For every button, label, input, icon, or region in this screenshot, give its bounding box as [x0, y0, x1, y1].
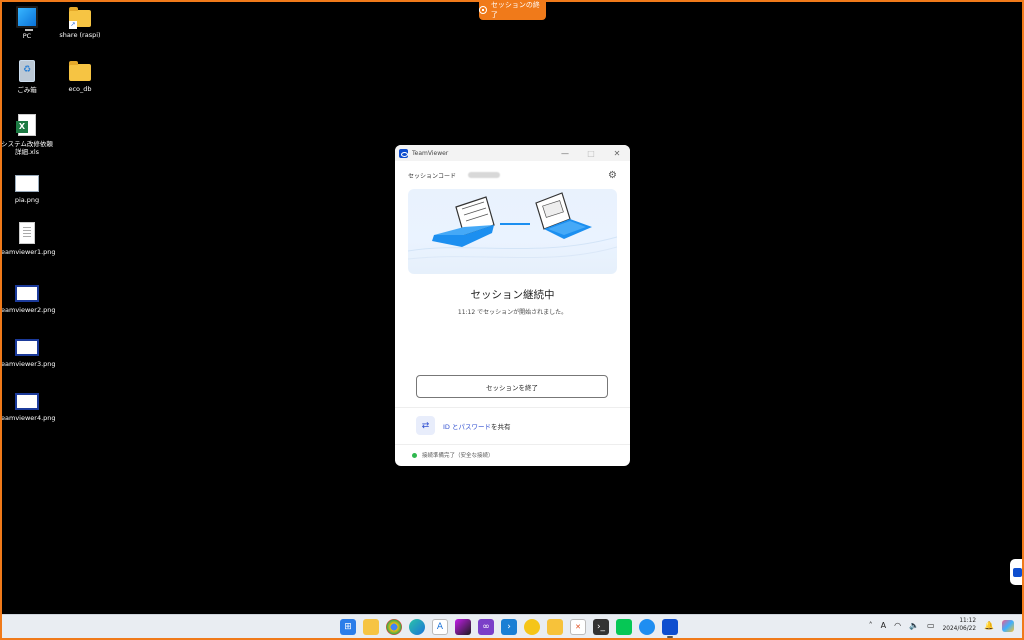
desktop-icon-xls[interactable]: システム改修依頼詳細.xls — [0, 114, 56, 156]
teamviewer-logo-icon — [1012, 567, 1022, 577]
desktop-icon-teamviewer4[interactable]: teamviewer4.png — [0, 390, 56, 422]
vscode-icon[interactable]: › — [501, 619, 517, 635]
rider-icon[interactable] — [455, 619, 471, 635]
end-session-label: セッションの終了 — [490, 1, 540, 19]
window-title: TeamViewer — [412, 149, 449, 157]
stop-icon — [479, 6, 487, 14]
battery-icon[interactable]: ▭ — [927, 621, 935, 630]
system-tray: ˄ A ◠ 🔈 ▭ 11:12 2024/06/22 🔔 — [869, 618, 1014, 634]
maximize-button[interactable]: □ — [578, 145, 604, 161]
ime-indicator[interactable]: A — [881, 621, 886, 630]
wifi-icon[interactable]: ◠ — [894, 621, 901, 630]
title-bar: TeamViewer — □ ✕ — [395, 145, 630, 161]
image-file-icon — [19, 222, 35, 244]
desktop-icon-recycle-bin[interactable]: ごみ箱 — [0, 60, 56, 94]
desktop-icon-label: システム改修依頼詳細.xls — [1, 140, 53, 157]
session-status-title: セッション継続中 — [470, 289, 555, 301]
taskbar-apps: ⊞ A ∞ › ✕ ›_ — [340, 619, 678, 638]
desktop-icon-label: teamviewer2.png — [0, 306, 56, 314]
desktop-icon-label: ごみ箱 — [17, 86, 37, 94]
folder-icon — [69, 61, 91, 81]
teamviewer-logo-icon — [399, 148, 408, 158]
status-dot-icon — [412, 452, 417, 458]
desktop-icon-share[interactable]: share (raspi) — [51, 6, 109, 39]
desktop-icon-label: PC — [22, 32, 32, 40]
minimize-button[interactable]: — — [552, 145, 578, 161]
share-label: ID とパスワードを共有 — [443, 422, 511, 431]
desktop-icon-eco-db[interactable]: eco_db — [51, 60, 109, 93]
edge-icon[interactable] — [409, 619, 425, 635]
laptop-left-icon — [432, 196, 495, 247]
connection-illustration — [408, 189, 617, 274]
gear-icon[interactable]: ⚙ — [608, 170, 617, 181]
recycle-bin-icon — [19, 60, 35, 82]
excel-file-icon — [16, 114, 36, 136]
desktop-icon-pia[interactable]: pia.png — [0, 172, 56, 204]
session-code-row: セッションコード ⚙ — [395, 161, 630, 189]
divider — [395, 407, 630, 408]
line-icon[interactable] — [616, 619, 632, 635]
desktop-icon-label: teamviewer1.png — [0, 248, 56, 256]
desktop-icon-teamviewer2[interactable]: teamviewer2.png — [0, 282, 56, 314]
end-session-button[interactable]: セッションを終了 — [416, 375, 608, 398]
taskbar: ⊞ A ∞ › ✕ ›_ ˄ A ◠ 🔈 ▭ 11:12 2024/06/22 … — [2, 614, 1022, 638]
start-icon[interactable]: ⊞ — [340, 619, 356, 635]
clock[interactable]: 11:12 2024/06/22 — [943, 618, 976, 634]
session-code-label: セッションコード — [408, 172, 457, 180]
clock-time: 11:12 — [959, 618, 977, 624]
share-id-password-button[interactable]: ⇄ ID とパスワードを共有 — [416, 416, 511, 435]
desktop-icon-teamviewer3[interactable]: teamviewer3.png — [0, 336, 56, 368]
volume-icon[interactable]: 🔈 — [909, 621, 919, 630]
end-session-tab[interactable]: セッションの終了 — [479, 0, 546, 20]
app-icon[interactable]: A — [432, 619, 448, 635]
terminal-icon[interactable]: ›_ — [593, 619, 609, 635]
clock-date: 2024/06/22 — [942, 625, 977, 632]
teamviewer-icon[interactable] — [662, 619, 678, 638]
image-file-icon — [15, 339, 39, 356]
desktop-icon-teamviewer1[interactable]: teamviewer1.png — [0, 222, 56, 256]
chrome-icon[interactable] — [386, 619, 402, 635]
laptop-right-icon — [535, 192, 592, 239]
copilot-icon[interactable] — [1002, 619, 1014, 632]
desktop-icon-label: eco_db — [68, 85, 92, 93]
folder-shortcut-icon — [69, 7, 91, 29]
teamviewer-window: TeamViewer — □ ✕ セッションコード ⚙ セッション継続中 11:… — [395, 145, 630, 466]
image-file-icon — [15, 285, 39, 302]
swap-arrows-icon: ⇄ — [416, 416, 435, 435]
cloud-icon[interactable] — [639, 619, 655, 635]
desktop-icon-label: teamviewer4.png — [0, 414, 56, 422]
divider — [395, 444, 630, 445]
connection-status-text: 接続準備完了（安全な接続） — [422, 453, 494, 459]
desktop-icon-label: share (raspi) — [59, 31, 101, 39]
monitor-icon — [16, 6, 38, 31]
desktop-icon-label: pia.png — [14, 196, 40, 204]
session-status-subtitle: 11:12 でセッションが開始されました。 — [457, 309, 568, 316]
visual-studio-icon[interactable]: ∞ — [478, 619, 494, 635]
session-code-value — [468, 172, 501, 178]
notification-bell-icon[interactable]: 🔔 — [984, 621, 994, 630]
file-explorer-icon[interactable] — [363, 619, 379, 635]
duck-icon[interactable] — [524, 619, 540, 635]
desktop-icon-pc[interactable]: PC — [0, 6, 56, 40]
connection-status: 接続準備完了（安全な接続） — [412, 451, 494, 459]
image-file-icon — [15, 393, 39, 410]
desktop-icon-label: teamviewer3.png — [0, 360, 56, 368]
chevron-up-icon[interactable]: ˄ — [869, 621, 873, 630]
close-button[interactable]: ✕ — [604, 145, 630, 161]
image-file-icon — [15, 175, 39, 192]
teamviewer-side-tab[interactable] — [1010, 559, 1024, 585]
notes-icon[interactable] — [547, 619, 563, 635]
xampp-icon[interactable]: ✕ — [570, 619, 586, 635]
